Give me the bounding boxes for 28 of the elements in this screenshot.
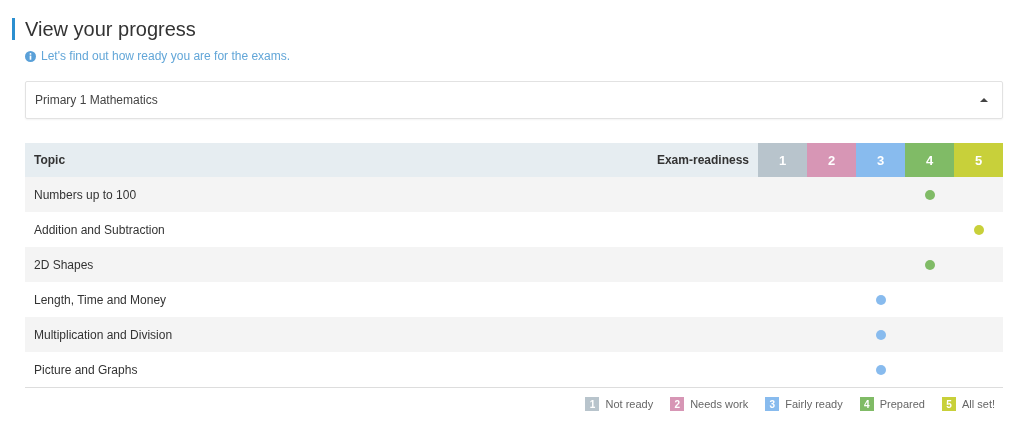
legend-swatch: 3 <box>765 397 780 411</box>
legend-swatch: 1 <box>585 397 600 411</box>
legend-label: Not ready <box>605 398 654 410</box>
caret-icon <box>980 98 988 102</box>
legend-label: All set! <box>962 398 995 410</box>
column-header: Exam-readiness <box>656 152 750 169</box>
legend-label: Needs work <box>690 398 749 410</box>
level-header: 2 <box>807 143 856 177</box>
legend-swatch: 2 <box>670 397 685 411</box>
subject-dropdown[interactable]: Primary 1 Mathematics <box>25 81 1003 119</box>
topic-cell-text: Length, Time and Money <box>33 292 168 307</box>
level-header: 4 <box>905 143 954 177</box>
topic-cell-text: Addition and Subtraction <box>33 222 166 237</box>
level-header: 5 <box>954 143 1003 177</box>
legend-label: Fairly ready <box>785 398 843 410</box>
level-header: 3 <box>856 143 905 177</box>
topic-cell-text: Multiplication and Division <box>33 327 174 342</box>
topic-cell-text: Numbers up to 100 <box>33 187 138 202</box>
legend-swatch: 5 <box>942 397 956 411</box>
legend-label: Prepared <box>879 398 925 410</box>
info-icon <box>25 50 36 62</box>
page-title: View your progress <box>25 17 196 42</box>
level-header: 1 <box>758 143 807 177</box>
legend-swatch: 4 <box>859 397 874 411</box>
info-text: Let's find out how ready you are for the exams. <box>41 49 291 63</box>
topic-cell-text: 2D Shapes <box>33 257 95 272</box>
topic-cell-text: Picture and Graphs <box>33 362 139 377</box>
column-header: Topic <box>33 152 67 169</box>
